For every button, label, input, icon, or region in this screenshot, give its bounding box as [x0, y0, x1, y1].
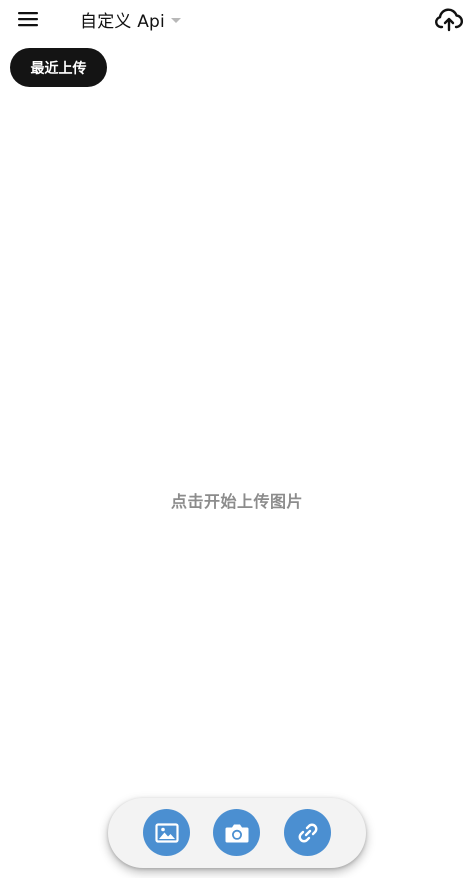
- api-selector[interactable]: 自定义 Api: [80, 6, 181, 32]
- app-title: 自定义 Api: [80, 11, 165, 32]
- camera-upload-button[interactable]: [213, 809, 260, 856]
- upload-button[interactable]: [433, 4, 465, 34]
- empty-state-hint[interactable]: 点击开始上传图片: [0, 488, 467, 512]
- upload-action-bar: [108, 798, 366, 868]
- gallery-upload-button[interactable]: [143, 809, 190, 856]
- menu-icon: [17, 10, 39, 28]
- app-bar: 自定义 Api: [0, 0, 467, 38]
- link-icon: [296, 821, 320, 845]
- arrow-drop-down-icon: [170, 17, 181, 23]
- cloud-upload-icon: [434, 6, 464, 32]
- link-upload-button[interactable]: [284, 809, 331, 856]
- recent-uploads-button[interactable]: 最近上传: [10, 48, 107, 87]
- menu-button[interactable]: [14, 6, 42, 32]
- image-icon: [154, 822, 179, 843]
- camera-icon: [224, 822, 250, 844]
